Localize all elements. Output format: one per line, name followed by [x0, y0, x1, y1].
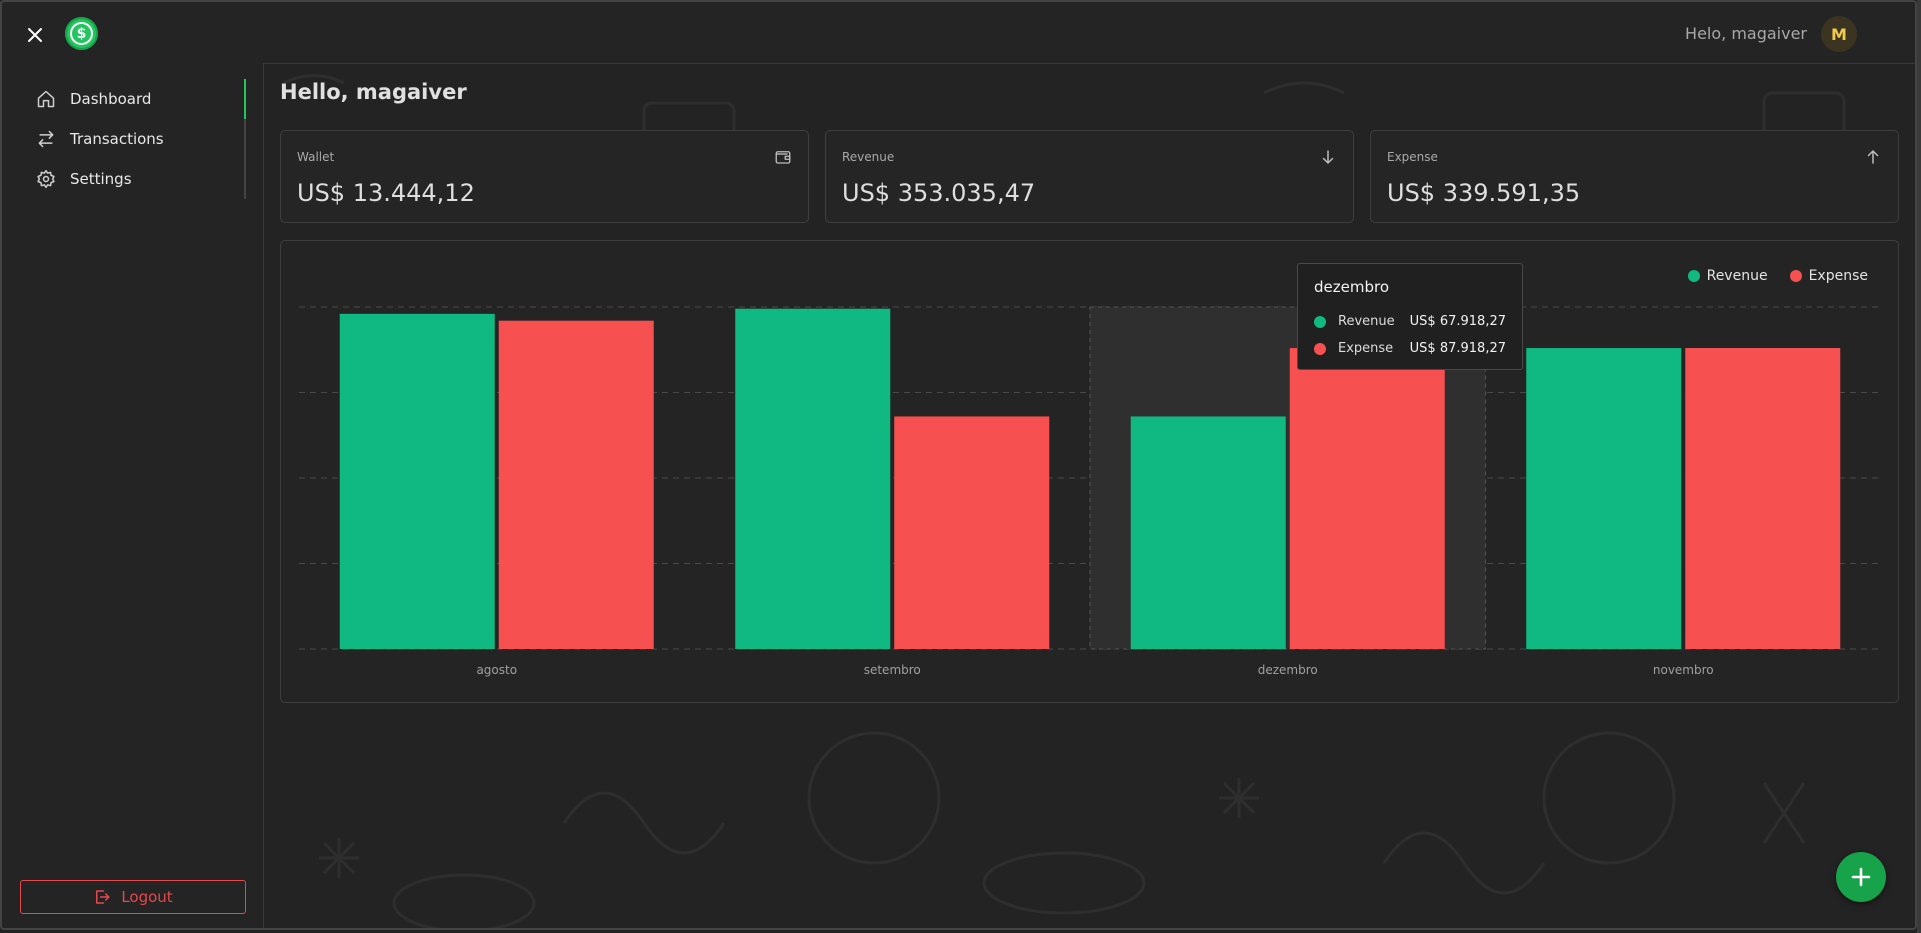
card-value: US$ 13.444,12	[297, 179, 475, 207]
legend-swatch-expense	[1789, 270, 1802, 282]
legend-swatch-revenue	[1687, 270, 1700, 282]
bar-revenue-setembro[interactable]	[735, 308, 891, 649]
revenue-card: Revenue US$ 353.035,47	[825, 130, 1354, 223]
logout-label: Logout	[121, 888, 173, 906]
wallet-card: Wallet US$ 13.444,12	[280, 130, 809, 223]
gear-icon	[37, 169, 55, 189]
chart-legend: Revenue Expense	[1687, 268, 1868, 284]
card-value: US$ 353.035,47	[842, 179, 1036, 207]
x-tick-label: agosto	[476, 663, 517, 677]
tooltip-value: US$ 67.918,27	[1409, 314, 1506, 329]
x-tick-label: setembro	[864, 663, 921, 677]
tooltip-swatch	[1314, 342, 1326, 355]
logout-icon	[96, 890, 110, 904]
bar-expense-dezembro[interactable]	[1289, 348, 1445, 649]
add-transaction-button[interactable]	[1836, 852, 1886, 902]
sidebar-scroll-indicator	[244, 79, 246, 199]
dollar-icon: $	[70, 22, 93, 45]
arrow-down-icon	[1322, 150, 1334, 164]
bar-expense-agosto[interactable]	[498, 320, 654, 649]
card-value: US$ 339.591,35	[1387, 179, 1581, 207]
wallet-icon	[775, 151, 791, 164]
tooltip-value: US$ 87.918,27	[1409, 341, 1506, 356]
legend-item-revenue[interactable]: Revenue	[1687, 268, 1768, 284]
tooltip-title: dezembro	[1314, 278, 1389, 296]
x-tick-label: dezembro	[1258, 663, 1318, 677]
tooltip-row-expense: Expense US$ 87.918,27	[1314, 335, 1506, 362]
bar-chart: agosto setembro dezembro novembro Revenue E…	[280, 240, 1899, 703]
sidebar-item-settings[interactable]: Settings	[36, 164, 132, 194]
bar-revenue-agosto[interactable]	[339, 313, 495, 649]
close-sidebar-button[interactable]	[22, 22, 48, 48]
close-icon	[28, 28, 42, 42]
arrows-exchange-icon	[38, 130, 54, 148]
bar-revenue-dezembro[interactable]	[1130, 416, 1286, 649]
logout-button[interactable]: Logout	[20, 880, 246, 914]
home-icon	[37, 90, 55, 108]
bar-expense-novembro[interactable]	[1685, 348, 1841, 649]
tooltip-row-revenue: Revenue US$ 67.918,27	[1314, 308, 1506, 335]
header-greeting: Helo, magaiver	[1685, 24, 1807, 43]
legend-label: Revenue	[1706, 268, 1768, 284]
plus-icon	[1851, 867, 1871, 887]
bar-revenue-novembro[interactable]	[1526, 348, 1682, 649]
expense-card: Expense US$ 339.591,35	[1370, 130, 1899, 223]
card-label: Wallet	[297, 150, 335, 164]
sidebar-item-transactions[interactable]: Transactions	[36, 124, 164, 154]
legend-item-expense[interactable]: Expense	[1789, 268, 1868, 284]
tooltip-swatch	[1314, 315, 1326, 328]
active-indicator	[244, 79, 246, 119]
tooltip-series-name: Revenue	[1338, 314, 1395, 329]
card-label: Expense	[1387, 150, 1438, 164]
x-tick-label: novembro	[1653, 663, 1714, 677]
sidebar-item-label: Transactions	[70, 130, 164, 148]
app-logo[interactable]: $	[65, 17, 98, 50]
top-bar: $ Helo, magaiver M	[2, 2, 1915, 64]
sidebar-item-label: Settings	[70, 170, 132, 188]
avatar[interactable]: M	[1821, 16, 1857, 52]
card-label: Revenue	[842, 150, 895, 164]
tooltip-series-name: Expense	[1338, 341, 1394, 356]
page-title: Hello, magaiver	[280, 80, 467, 104]
chart-tooltip: dezembro Revenue US$ 67.918,27 Expense U…	[1297, 263, 1523, 370]
sidebar-item-dashboard[interactable]: Dashboard	[36, 84, 151, 114]
bar-expense-setembro[interactable]	[894, 416, 1050, 649]
sidebar-item-label: Dashboard	[70, 90, 152, 108]
arrow-up-icon	[1867, 150, 1879, 164]
chart-canvas: agosto setembro dezembro novembro	[299, 306, 1881, 677]
sidebar: Dashboard Transactions Settings Logout	[2, 63, 264, 930]
window-edge	[1917, 0, 1921, 933]
legend-label: Expense	[1808, 268, 1868, 284]
